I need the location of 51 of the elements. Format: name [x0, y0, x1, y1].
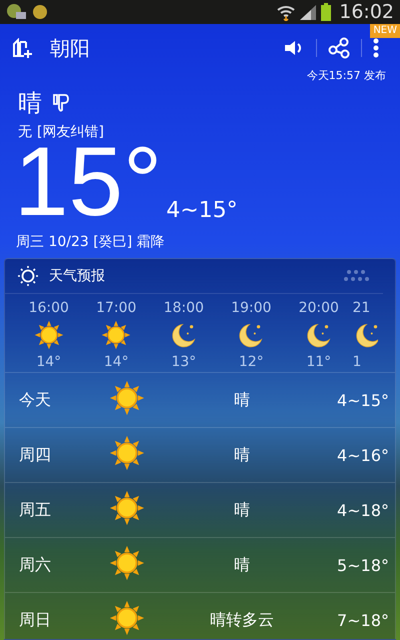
city-name[interactable]: 朝阳	[50, 34, 274, 62]
signal-icon	[299, 4, 318, 20]
hour-label: 17:00	[96, 300, 136, 316]
hour-temperature: 12°	[238, 354, 264, 370]
hour-label: 16:00	[28, 300, 69, 316]
hour-temperature: 13°	[171, 354, 196, 370]
day-label: 周五	[19, 500, 52, 520]
day-label: 周四	[19, 444, 52, 466]
day-temperature-range: 5~18°	[336, 556, 390, 574]
hour-temperature: 1	[352, 354, 362, 370]
sun-outline-icon	[17, 265, 39, 287]
sun-icon	[109, 545, 145, 581]
sun-icon	[109, 490, 145, 526]
day-label: 周六	[19, 554, 52, 576]
status-time: 16:02	[339, 1, 394, 23]
correction-link[interactable]: [网友纠错]	[37, 123, 104, 141]
publish-time: 今天15:57 发布	[306, 68, 386, 83]
hour-temperature: 14°	[104, 354, 129, 370]
hour-label: 21	[352, 300, 370, 316]
wifi-icon	[277, 3, 296, 21]
day-condition: 晴	[233, 444, 251, 466]
hour-label: 19:00	[231, 300, 272, 316]
day-temperature-range: 4~18°	[336, 500, 390, 520]
day-condition: 晴	[233, 390, 251, 410]
hour-temperature: 14°	[36, 354, 62, 370]
day-label: 周日	[19, 610, 52, 630]
day-condition: 晴	[233, 500, 251, 520]
weather-condition: 晴	[18, 88, 42, 119]
day-temperature-range: 4~15°	[336, 390, 390, 410]
hour-label: 18:00	[164, 300, 204, 316]
sun-icon	[109, 380, 145, 416]
new-badge: NEW	[370, 24, 400, 38]
hour-temperature: 11°	[306, 354, 332, 370]
notification-icon	[6, 3, 28, 21]
more-icon	[373, 38, 379, 58]
notification-icon	[32, 4, 48, 20]
day-condition: 晴转多云	[209, 610, 275, 630]
day-label: 今天	[19, 390, 52, 410]
sun-icon	[109, 435, 145, 471]
sun-icon	[109, 600, 145, 636]
temperature-range: 4~15°	[166, 198, 238, 223]
day-temperature-range: 4~16°	[336, 446, 390, 464]
share-icon	[328, 37, 350, 59]
day-temperature-range: 7~18°	[336, 610, 390, 630]
day-condition: 晴	[233, 554, 251, 576]
forecast-title: 天气预报	[49, 267, 106, 285]
date-text: 周三 10/23 [癸巳] 霜降	[16, 233, 166, 251]
hour-label: 20:00	[298, 300, 339, 316]
sun-icon	[101, 320, 132, 350]
battery-icon	[321, 3, 332, 21]
sun-icon	[34, 320, 64, 350]
